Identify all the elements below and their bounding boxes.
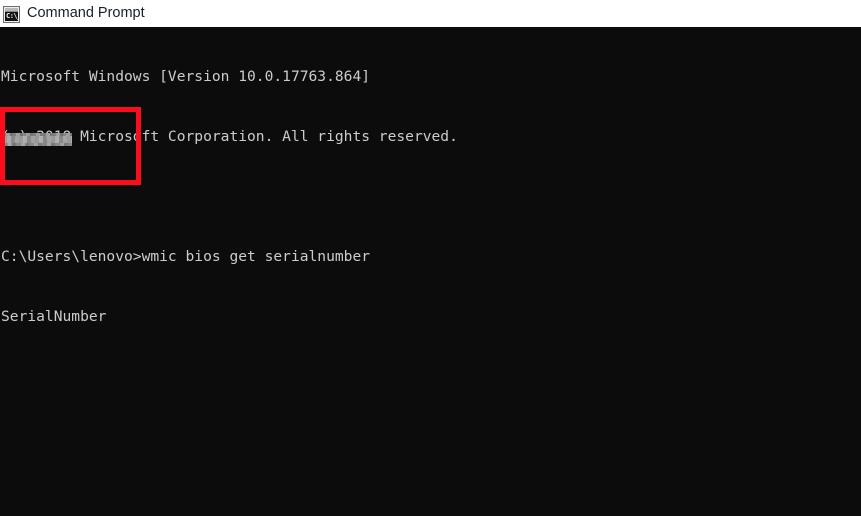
console-line-output-header: SerialNumber: [1, 308, 107, 325]
console-line-command: C:\Users\lenovo>wmic bios get serialnumb…: [1, 248, 371, 265]
console-line-blank-1: [1, 187, 458, 207]
console-line-output-value-redacted: [1, 367, 458, 387]
console-line-blank-3: [1, 487, 458, 507]
console-line-blank-2: [1, 427, 458, 447]
console-line-banner-version: Microsoft Windows [Version 10.0.17763.86…: [1, 68, 371, 85]
console-text-block: Microsoft Windows [Version 10.0.17763.86…: [1, 27, 458, 516]
command-prompt-icon: C:\_: [3, 5, 20, 23]
window-title: Command Prompt: [27, 5, 145, 21]
redacted-serial-number: [3, 133, 72, 146]
console-output-area[interactable]: Microsoft Windows [Version 10.0.17763.86…: [0, 27, 861, 516]
window-titlebar[interactable]: C:\_ Command Prompt: [0, 0, 861, 27]
command-prompt-window: C:\_ Command Prompt Microsoft Windows [V…: [0, 0, 861, 516]
icon-prompt-glyph: C:\_: [5, 11, 18, 21]
